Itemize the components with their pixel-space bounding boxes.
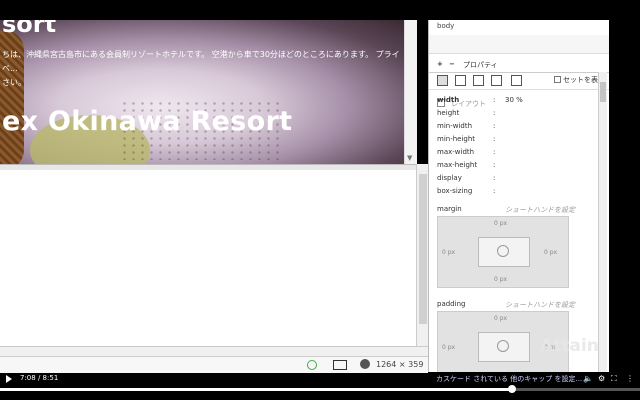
prop-colon: : [493,109,496,117]
prop-colon: : [493,174,496,182]
prop-colon: : [493,148,496,156]
link-values-icon[interactable] [497,245,509,257]
volume-icon[interactable]: 🔈 [583,375,593,383]
prop-name-min-height[interactable]: min-height [437,135,475,143]
play-icon[interactable] [6,375,12,383]
prop-name-display[interactable]: display [437,174,462,182]
properties-toolbar: + − プロパティ [429,58,609,73]
globe-icon[interactable] [360,359,370,369]
prop-name-height[interactable]: height [437,109,459,117]
viewport-size: 1264 × 359 [376,360,424,369]
current-time: 7:08 [20,374,36,382]
element-box [478,237,530,267]
video-progress-knob[interactable] [508,385,516,393]
code-scrollbar-thumb[interactable] [419,174,427,324]
margin-right-value[interactable]: 0 px [544,249,557,256]
fullscreen-icon[interactable]: ⛶ [611,375,619,383]
margin-bottom-value[interactable]: 0 px [494,276,507,283]
prop-name-max-width[interactable]: max-width [437,148,474,156]
properties-label: プロパティ [463,61,498,69]
preview-hero-title: ex Okinawa Resort [2,106,293,137]
margin-left-value[interactable]: 0 px [442,249,455,256]
border-tab-icon[interactable] [473,75,484,86]
background-tab-icon[interactable] [491,75,502,86]
margin-label: margin [437,205,462,213]
prop-colon: : [493,135,496,143]
prop-colon: : [493,161,496,169]
remove-property-button[interactable]: − [449,60,455,68]
content-box [478,332,530,362]
more-options-icon[interactable]: ⋮ [626,375,634,383]
preview-scrollbar[interactable]: ▼ [404,20,417,164]
prop-name-min-width[interactable]: min-width [437,122,472,130]
settings-icon[interactable]: ⚙ [598,375,606,383]
video-progress-bar[interactable] [0,385,640,393]
preview-heading: sort [2,20,57,38]
valid-check-icon [307,360,317,370]
panel-scrollbar-thumb[interactable] [600,82,606,102]
padding-label: padding [437,300,466,308]
padding-top-value[interactable]: 0 px [494,315,507,322]
breadcrumb-bar [429,35,609,54]
prop-value-width[interactable]: 30 % [505,96,523,104]
device-preview-icon[interactable] [333,360,347,370]
video-frame: sort ちは、沖縄県宮古島市にある会員制リゾートホテルです。 空港から車で30… [0,0,640,400]
margin-box-editor: 0 px 0 px 0 px 0 px [437,216,569,288]
video-controls: 7:08 / 8:51 🔈 ⚙ ⛶ ⋮ [0,370,640,388]
preview-description: ちは、沖縄県宮古島市にある会員制リゾートホテルです。 空港から車で30分ほどのと… [2,50,400,87]
scroll-down-icon[interactable]: ▼ [407,154,412,162]
prop-name-max-height[interactable]: max-height [437,161,477,169]
more-tab-icon[interactable] [511,75,522,86]
margin-top-value[interactable]: 0 px [494,220,507,227]
panel-scrollbar[interactable] [598,72,607,372]
show-set-checkbox[interactable] [554,76,561,83]
text-tab-icon[interactable] [455,75,466,86]
margin-shorthand-link[interactable]: ショートハンドを設定 [505,205,575,215]
video-progress-fill [0,388,512,391]
website-preview: sort ちは、沖縄県宮古島市にある会員制リゾートホテルです。 空港から車で30… [0,20,404,164]
property-category-tabs: セットを表示 [429,73,609,90]
link-values-icon[interactable] [497,340,509,352]
padding-shorthand-link[interactable]: ショートハンドを設定 [505,300,575,310]
padding-left-value[interactable]: 0 px [442,344,455,351]
prop-name-box-sizing[interactable]: box-sizing [437,187,472,195]
prop-name-width[interactable]: width [437,96,459,104]
channel-watermark: Attain [540,336,599,356]
duration: 8:51 [42,374,59,382]
css-designer-panel: body + − プロパティ セットを表示 レイアウト width : 30 %… [428,20,609,372]
prop-colon: : [493,96,496,104]
add-property-button[interactable]: + [437,60,443,68]
video-time: 7:08 / 8:51 [20,374,59,382]
prop-colon: : [493,122,496,130]
layout-tab-icon[interactable] [437,75,448,86]
code-pane[interactable] [0,170,416,346]
prop-colon: : [493,187,496,195]
breadcrumb[interactable]: body [437,22,454,30]
